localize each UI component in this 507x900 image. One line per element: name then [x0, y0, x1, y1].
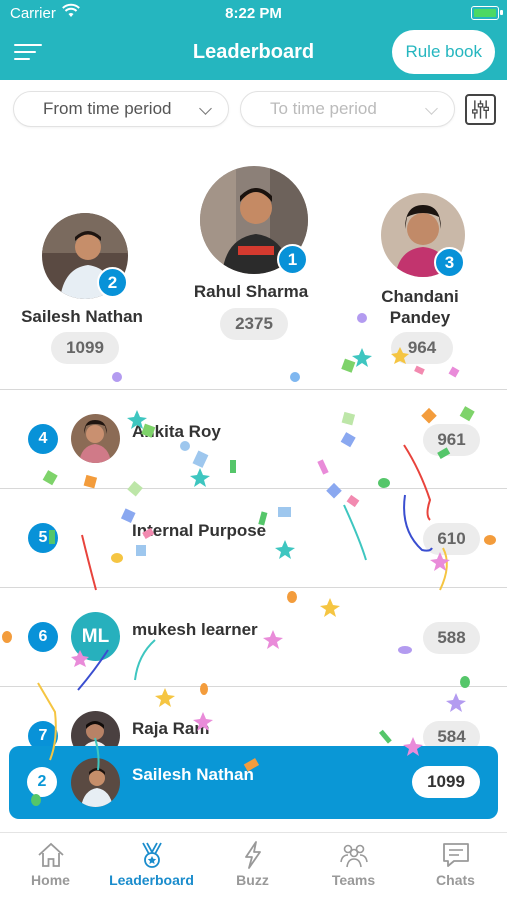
filter-bar: From time period To time period	[0, 91, 507, 129]
podium-name: Chandani Pandey	[330, 286, 507, 328]
avatar: ML	[71, 612, 120, 661]
tab-buzz[interactable]: Buzz	[202, 833, 303, 900]
rank-badge: 2	[97, 267, 128, 298]
leaderboard-row[interactable]: 5 Internal Purpose 610	[0, 489, 507, 587]
tab-chats-label: Chats	[436, 872, 475, 888]
rank-circle: 2	[27, 767, 57, 797]
status-bar: Carrier 8:22 PM	[0, 0, 507, 28]
row-score: 961	[423, 424, 480, 456]
tab-home-label: Home	[31, 872, 70, 888]
chat-icon	[443, 843, 469, 867]
score-pill: 2375	[220, 308, 288, 340]
avatar	[71, 414, 120, 463]
battery-icon	[471, 6, 503, 20]
row-name: Ankita Roy	[132, 422, 221, 441]
to-time-period-label: To time period	[270, 99, 377, 118]
bottom-tab-bar: Home Leaderboard Buzz Teams Chats	[0, 832, 507, 900]
from-time-period-label: From time period	[43, 99, 172, 118]
row-score: 588	[423, 622, 480, 654]
chevron-down-icon	[199, 102, 212, 115]
tab-leaderboard[interactable]: Leaderboard	[101, 833, 202, 900]
avatar	[71, 758, 120, 807]
tab-teams[interactable]: Teams	[303, 833, 404, 900]
tab-teams-label: Teams	[331, 872, 376, 888]
podium-name: Sailesh Nathan	[21, 307, 143, 326]
chevron-down-icon	[425, 102, 438, 115]
medal-icon	[142, 842, 162, 868]
tab-home[interactable]: Home	[0, 833, 101, 900]
rank-circle: 5	[28, 523, 58, 553]
filter-sliders-icon[interactable]	[465, 94, 496, 125]
podium-name-text: Chandani Pandey	[381, 287, 459, 327]
rank-badge: 3	[434, 247, 465, 278]
rank-circle: 6	[28, 622, 58, 652]
tab-chats[interactable]: Chats	[405, 833, 506, 900]
current-user-score: 1099	[412, 766, 480, 798]
tab-buzz-label: Buzz	[236, 872, 269, 888]
rank-badge: 1	[277, 244, 308, 275]
podium-name: Rahul Sharma	[193, 282, 309, 301]
avatar-initials: ML	[71, 612, 120, 661]
row-name: Raja Ram	[132, 719, 210, 738]
rank-circle: 4	[28, 424, 58, 454]
people-icon	[340, 844, 368, 868]
score-pill: 1099	[51, 332, 119, 364]
leaderboard-row[interactable]: 4 Ankita Roy 961	[0, 390, 507, 488]
current-user-name: Sailesh Nathan	[132, 765, 254, 784]
current-user-rank-bar[interactable]: 2 Sailesh Nathan 1099	[9, 746, 498, 819]
leaderboard-row[interactable]: 6 ML mukesh learner 588	[0, 588, 507, 686]
home-icon	[38, 842, 64, 867]
row-name: mukesh learner	[132, 620, 258, 639]
nav-bar: Leaderboard Rule book	[0, 28, 507, 80]
lightning-icon	[245, 841, 261, 869]
tab-leaderboard-label: Leaderboard	[109, 872, 194, 888]
row-name: Internal Purpose	[132, 521, 267, 540]
to-time-period-dropdown[interactable]: To time period	[240, 91, 455, 127]
row-score: 610	[423, 523, 480, 555]
score-pill: 964	[391, 332, 453, 364]
podium: 2 Sailesh Nathan 1099 1 Rahul Sharma 237…	[0, 140, 507, 390]
from-time-period-dropdown[interactable]: From time period	[13, 91, 229, 127]
status-time: 8:22 PM	[225, 5, 282, 22]
rule-book-button[interactable]: Rule book	[392, 30, 495, 74]
